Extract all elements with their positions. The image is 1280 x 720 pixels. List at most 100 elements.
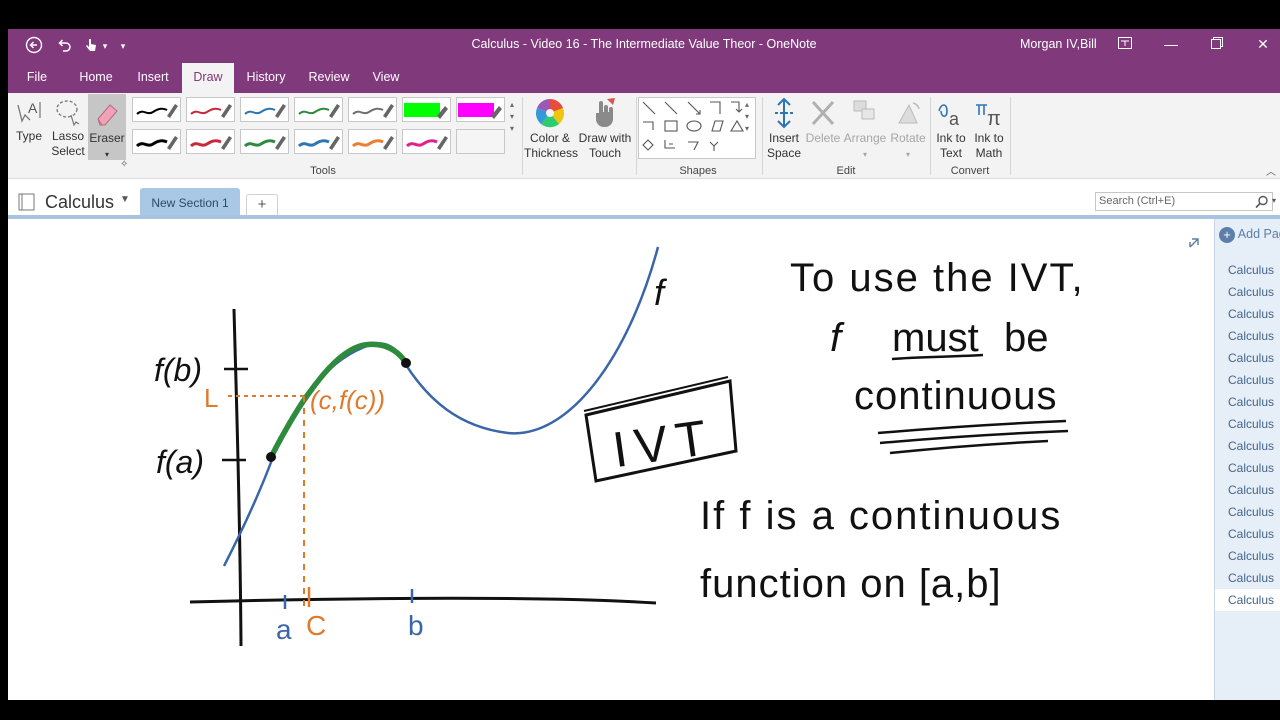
shapes-icons <box>642 101 744 151</box>
pen-gallery-scroll[interactable]: ▴ ▾ ▾ <box>506 99 518 135</box>
statement-line-2: function on [a,b] <box>700 562 1002 606</box>
lasso-select-button[interactable]: Lasso Select <box>50 97 86 159</box>
page-list-item[interactable]: Calculus <box>1215 413 1280 435</box>
draw-touch-label-2: Touch <box>588 146 622 160</box>
type-label: Type <box>15 129 42 143</box>
pen-swatch[interactable] <box>348 129 397 154</box>
label-fa: f(a) <box>156 444 204 480</box>
pen-swatch[interactable] <box>186 97 235 122</box>
pen-swatch[interactable] <box>294 129 343 154</box>
tab-history[interactable]: History <box>242 63 290 93</box>
restore-icon[interactable] <box>1202 33 1232 55</box>
delete-label: Delete <box>805 131 841 145</box>
page-list-item[interactable]: Calculus <box>1215 567 1280 589</box>
tab-draw[interactable]: Draw <box>182 63 234 93</box>
page-list-item[interactable]: Calculus <box>1215 281 1280 303</box>
page-list-item[interactable]: Calculus <box>1215 347 1280 369</box>
draw-touch-label-1: Draw with <box>578 131 632 145</box>
pen-swatch[interactable] <box>132 129 181 154</box>
page-list-item[interactable]: Calculus <box>1215 501 1280 523</box>
page-list-item[interactable]: Calculus <box>1215 479 1280 501</box>
delete-icon <box>811 100 835 126</box>
color-wheel-icon <box>535 99 565 128</box>
notebook-name[interactable]: Calculus <box>45 188 114 216</box>
search-icon[interactable] <box>1255 195 1269 209</box>
pen-swatch[interactable] <box>240 97 289 122</box>
tab-insert[interactable]: Insert <box>130 63 176 93</box>
lasso-label-1: Lasso <box>51 129 85 143</box>
eraser-dropdown-icon[interactable]: ▾ <box>105 150 109 159</box>
collapse-ribbon-icon[interactable]: ︿ <box>1266 163 1276 178</box>
search-input[interactable]: Search (Ctrl+E) <box>1095 192 1273 211</box>
insert-space-label-2: Space <box>766 146 802 160</box>
color-thickness-button[interactable]: Color & Thickness <box>524 97 578 161</box>
page-list-item[interactable]: Calculus <box>1215 369 1280 391</box>
label-f: f <box>654 272 668 313</box>
add-page-button[interactable]: + Add Page <box>1219 219 1280 253</box>
page-list-item[interactable]: Calculus <box>1215 391 1280 413</box>
svg-text:A: A <box>28 100 38 116</box>
close-icon[interactable]: ✕ <box>1248 33 1278 55</box>
shapes-scroll[interactable]: ▴ ▾ ▾ <box>741 99 753 135</box>
draw-with-touch-button[interactable]: Draw with Touch <box>576 97 634 161</box>
note-line-2-f: f <box>830 316 845 360</box>
shapes-group-label: Shapes <box>679 165 717 177</box>
page-list-item[interactable]: Calculus <box>1215 259 1280 281</box>
pen-swatch[interactable] <box>456 97 505 122</box>
insert-space-button[interactable]: Insert Space <box>764 97 804 161</box>
ribbon-separator <box>1010 97 1011 175</box>
type-button[interactable]: A Type <box>12 97 46 144</box>
ink-to-math-button[interactable]: π Ink to Math <box>970 97 1008 161</box>
pen-swatch[interactable] <box>402 129 451 154</box>
eraser-button[interactable]: Eraser ▾ <box>88 94 126 160</box>
rotate-button[interactable]: Rotate ▾ <box>888 97 928 162</box>
add-section-button[interactable]: + <box>246 194 278 216</box>
insert-space-label-1: Insert <box>768 131 799 145</box>
tab-file[interactable]: File <box>16 63 58 93</box>
notebook-dropdown-icon[interactable]: ▼ <box>120 194 130 205</box>
note-line-2-be: be <box>1004 316 1049 360</box>
pen-swatch[interactable] <box>294 97 343 122</box>
shapes-gallery[interactable] <box>638 97 756 159</box>
page-list-item[interactable]: Calculus <box>1215 589 1280 611</box>
pen-swatch[interactable] <box>456 129 505 154</box>
arrange-icon <box>853 100 875 120</box>
page-list-item[interactable]: Calculus <box>1215 435 1280 457</box>
page-list-item[interactable]: Calculus <box>1215 303 1280 325</box>
page-canvas[interactable]: f f(b) f(a) L (c,f(c)) a C b IVT To use … <box>8 219 1214 700</box>
page-list-item[interactable]: Calculus <box>1215 325 1280 347</box>
video-letterbox-left <box>0 29 8 700</box>
ribbon-separator <box>762 97 763 175</box>
notebook-icon <box>18 193 35 211</box>
delete-button[interactable]: Delete <box>804 97 842 146</box>
pen-swatch[interactable] <box>402 97 451 122</box>
arrange-label: Arrange <box>843 131 887 145</box>
note-line-2-must: must <box>892 316 979 360</box>
pen-swatch[interactable] <box>240 129 289 154</box>
ink-to-text-button[interactable]: a Ink to Text <box>932 97 970 161</box>
label-b: b <box>408 610 424 641</box>
page-list-item[interactable]: Calculus <box>1215 545 1280 567</box>
title-bar: ▾ ▾ Calculus - Video 16 - The Intermedia… <box>8 29 1280 63</box>
ink-to-math-label-2: Math <box>975 146 1003 160</box>
ivt-box-text: IVT <box>609 408 718 478</box>
lasso-icon <box>56 100 80 127</box>
page-list-item[interactable]: Calculus <box>1215 523 1280 545</box>
tab-home[interactable]: Home <box>74 63 118 93</box>
tab-review[interactable]: Review <box>304 63 354 93</box>
expand-page-icon[interactable] <box>1189 238 1199 248</box>
pen-swatch[interactable] <box>348 97 397 122</box>
minimize-icon[interactable]: — <box>1156 33 1186 55</box>
pen-swatch[interactable] <box>132 97 181 122</box>
page-list-item[interactable]: Calculus <box>1215 457 1280 479</box>
ribbon-display-options-icon[interactable] <box>1110 33 1140 55</box>
user-name[interactable]: Morgan IV,Bill <box>1020 29 1097 59</box>
section-tab-new-section-1[interactable]: New Section 1 <box>140 188 240 218</box>
tab-view[interactable]: View <box>366 63 406 93</box>
point-a <box>266 452 276 462</box>
search-scope-dropdown-icon[interactable]: ▾ <box>1272 196 1276 205</box>
pen-swatch[interactable] <box>186 129 235 154</box>
label-L: L <box>204 383 218 413</box>
video-letterbox-top <box>0 0 1280 29</box>
arrange-button[interactable]: Arrange ▾ <box>842 97 888 162</box>
